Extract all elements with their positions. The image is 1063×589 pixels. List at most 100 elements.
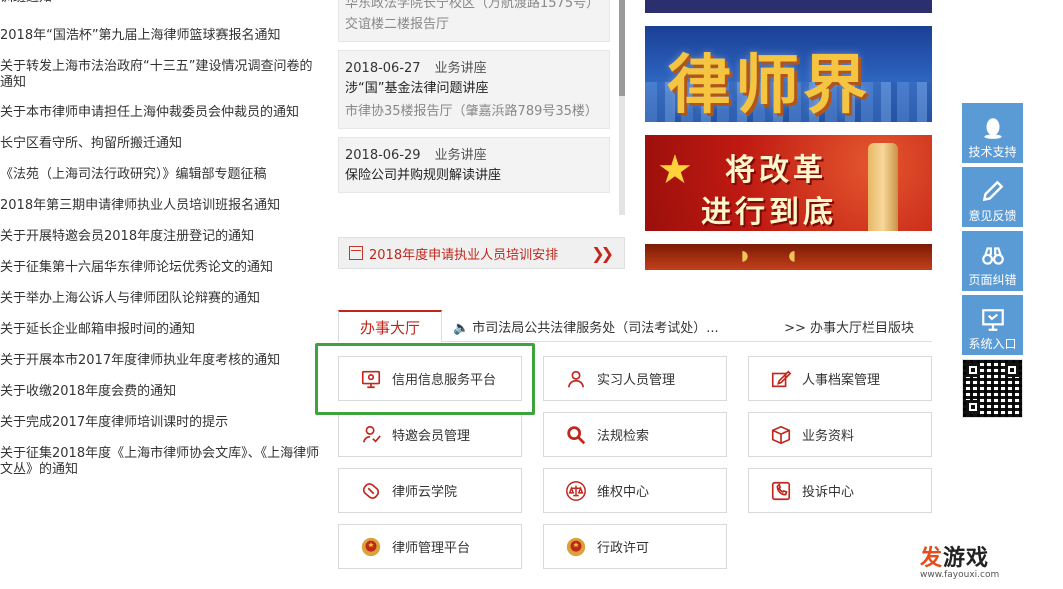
emblem-icon [360,536,382,558]
emblem-icon [565,536,587,558]
calendar-icon [349,246,363,260]
edit-icon [770,368,792,390]
event-place: 华东政法学院长宁校区（万航渡路1575号）交谊楼二楼报告厅 [345,0,600,32]
office-hall-more-link[interactable]: >> 办事大厅栏目版块 [784,317,914,336]
service-label: 律师云学院 [392,485,458,500]
pen-icon [962,167,1023,205]
sidebar-tech-support[interactable]: 技术支持 [962,103,1023,163]
service-lawyer-cloud-academy[interactable]: 律师云学院 [338,468,522,513]
service-special-member-management[interactable]: 特邀会员管理 [338,412,522,457]
decoration-graphic: ◗◖ [741,248,836,264]
banner-lawyer-world-title: 律师界 [667,48,871,122]
binoculars-icon [962,231,1023,269]
sidebar-system-entry[interactable]: 系统入口 [962,295,1023,355]
sidebar-label: 系统入口 [968,337,1017,351]
service-regulation-search[interactable]: 法规检索 [543,412,727,457]
pillar-graphic [868,143,898,231]
service-label: 特邀会员管理 [392,429,471,444]
event-card[interactable]: 2018-06-29 业务讲座 保险公司并购规则解读讲座 [338,137,610,193]
event-list: 华东政法学院长宁校区（万航渡路1575号）交谊楼二楼报告厅 2018-06-27… [338,0,610,201]
monitor-icon [962,295,1023,333]
qr-corner [966,363,980,377]
notice-link[interactable]: 《法苑（上海司法行政研究）》编辑部专题征稿 [0,160,322,191]
banner-reform[interactable]: ★ 将改革 进行到底 [645,135,932,231]
service-complaint-center[interactable]: 投诉中心 [748,468,932,513]
double-chevron-right-icon: ❯❯ [591,243,614,263]
star-icon: ★ [657,147,693,193]
service-label: 人事档案管理 [802,373,881,388]
speaker-icon: 🔈 [453,321,470,336]
event-scrollbar-thumb[interactable] [619,0,625,96]
event-title[interactable]: 保险公司并购规则解读讲座 [345,164,603,188]
notice-link[interactable]: 训班通知 [0,0,322,21]
notice-link[interactable]: 关于延长企业邮箱申报时间的通知 [0,315,322,346]
event-meta: 2018-06-27 业务讲座 [345,57,603,77]
member-icon [360,424,382,446]
service-label: 业务资料 [802,429,855,444]
service-label: 法规检索 [597,429,650,444]
training-schedule-label: 2018年度申请执业人员培训安排 [369,247,559,263]
event-title[interactable]: 涉“国”基金法律问题讲座 [345,77,603,101]
event-date: 2018-06-29 [345,148,421,163]
watermark-logo: 发游戏 www.fayouxi.com [920,540,1020,580]
search-icon [565,424,587,446]
training-schedule-link[interactable]: 2018年度申请执业人员培训安排 ❯❯ [338,237,625,269]
person-icon [565,368,587,390]
notice-link[interactable]: 关于完成2017年度律师培训课时的提示 [0,408,322,439]
service-label: 维权中心 [597,485,650,500]
scales-icon [565,480,587,502]
service-label: 行政许可 [597,541,650,556]
office-hall-notice-text: 市司法局公共法律服务处（司法考试处）... [472,321,719,336]
cloud-academy-icon [360,480,382,502]
notice-link[interactable]: 关于举办上海公诉人与律师团队论辩赛的通知 [0,284,322,315]
box-icon [770,424,792,446]
notice-link[interactable]: 长宁区看守所、拘留所搬迁通知 [0,129,322,160]
event-type: 业务讲座 [434,61,487,76]
office-hall-notice[interactable]: 🔈 市司法局公共法律服务处（司法考试处）... [453,317,719,336]
sidebar-label: 意见反馈 [968,209,1017,223]
tab-office-hall[interactable]: 办事大厅 [338,310,442,342]
notice-link[interactable]: 关于征集第十六届华东律师论坛优秀论文的通知 [0,253,322,284]
banner-reform-line2: 进行到底 [701,195,837,230]
service-label: 律师管理平台 [392,541,471,556]
event-place: 市律协35楼报告厅（肇嘉浜路789号35楼） [345,104,598,119]
office-hall-tabs: 办事大厅 🔈 市司法局公共法律服务处（司法考试处）... >> 办事大厅栏目版块 [338,310,932,342]
service-personnel-file-management[interactable]: 人事档案管理 [748,356,932,401]
notice-link[interactable]: 2018年“国浩杯”第九届上海律师篮球赛报名通知 [0,21,322,52]
qq-icon [962,103,1023,141]
service-label: 实习人员管理 [597,373,676,388]
qr-corner [966,400,980,414]
notice-link[interactable]: 关于开展特邀会员2018年度注册登记的通知 [0,222,322,253]
event-date: 2018-06-27 [345,61,421,76]
banner-top-partial[interactable] [645,0,932,13]
banner-reform-line1: 将改革 [725,153,827,188]
banner-bottom-partial[interactable]: ◗◖ [645,244,932,270]
event-card[interactable]: 华东政法学院长宁校区（万航渡路1575号）交谊楼二楼报告厅 [338,0,610,42]
watermark-title: 发游戏 [920,546,990,571]
service-administrative-license[interactable]: 行政许可 [543,524,727,569]
qr-code [962,359,1023,418]
service-label: 投诉中心 [802,485,855,500]
sidebar-label: 页面纠错 [968,273,1017,287]
sidebar-feedback[interactable]: 意见反馈 [962,167,1023,227]
event-meta: 2018-06-29 业务讲座 [345,144,603,164]
notice-link[interactable]: 关于开展本市2017年度律师执业年度考核的通知 [0,346,322,377]
watermark-url: www.fayouxi.com [920,570,1000,580]
service-intern-management[interactable]: 实习人员管理 [543,356,727,401]
notice-link[interactable]: 2018年第三期申请律师执业人员培训班报名通知 [0,191,322,222]
notice-link[interactable]: 关于征集2018年度《上海市律师协会文库》、《上海律师文丛》的通知 [0,439,322,485]
notice-list: 训班通知 2018年“国浩杯”第九届上海律师篮球赛报名通知 关于转发上海市法治政… [0,0,322,485]
event-type: 业务讲座 [434,148,487,163]
highlight-box [315,343,535,415]
sidebar-page-error-report[interactable]: 页面纠错 [962,231,1023,291]
notice-link[interactable]: 关于转发上海市法治政府“十三五”建设情况调查问卷的通知 [0,52,322,98]
service-rights-protection-center[interactable]: 维权中心 [543,468,727,513]
qr-corner [1005,363,1019,377]
event-card[interactable]: 2018-06-27 业务讲座 涉“国”基金法律问题讲座 市律协35楼报告厅（肇嘉… [338,50,610,129]
service-business-materials[interactable]: 业务资料 [748,412,932,457]
notice-link[interactable]: 关于收缴2018年度会费的通知 [0,377,322,408]
phone-icon [770,480,792,502]
notice-link[interactable]: 关于本市律师申请担任上海仲裁委员会仲裁员的通知 [0,98,322,129]
service-lawyer-management-platform[interactable]: 律师管理平台 [338,524,522,569]
banner-lawyer-world[interactable]: 律师界 [645,26,932,122]
